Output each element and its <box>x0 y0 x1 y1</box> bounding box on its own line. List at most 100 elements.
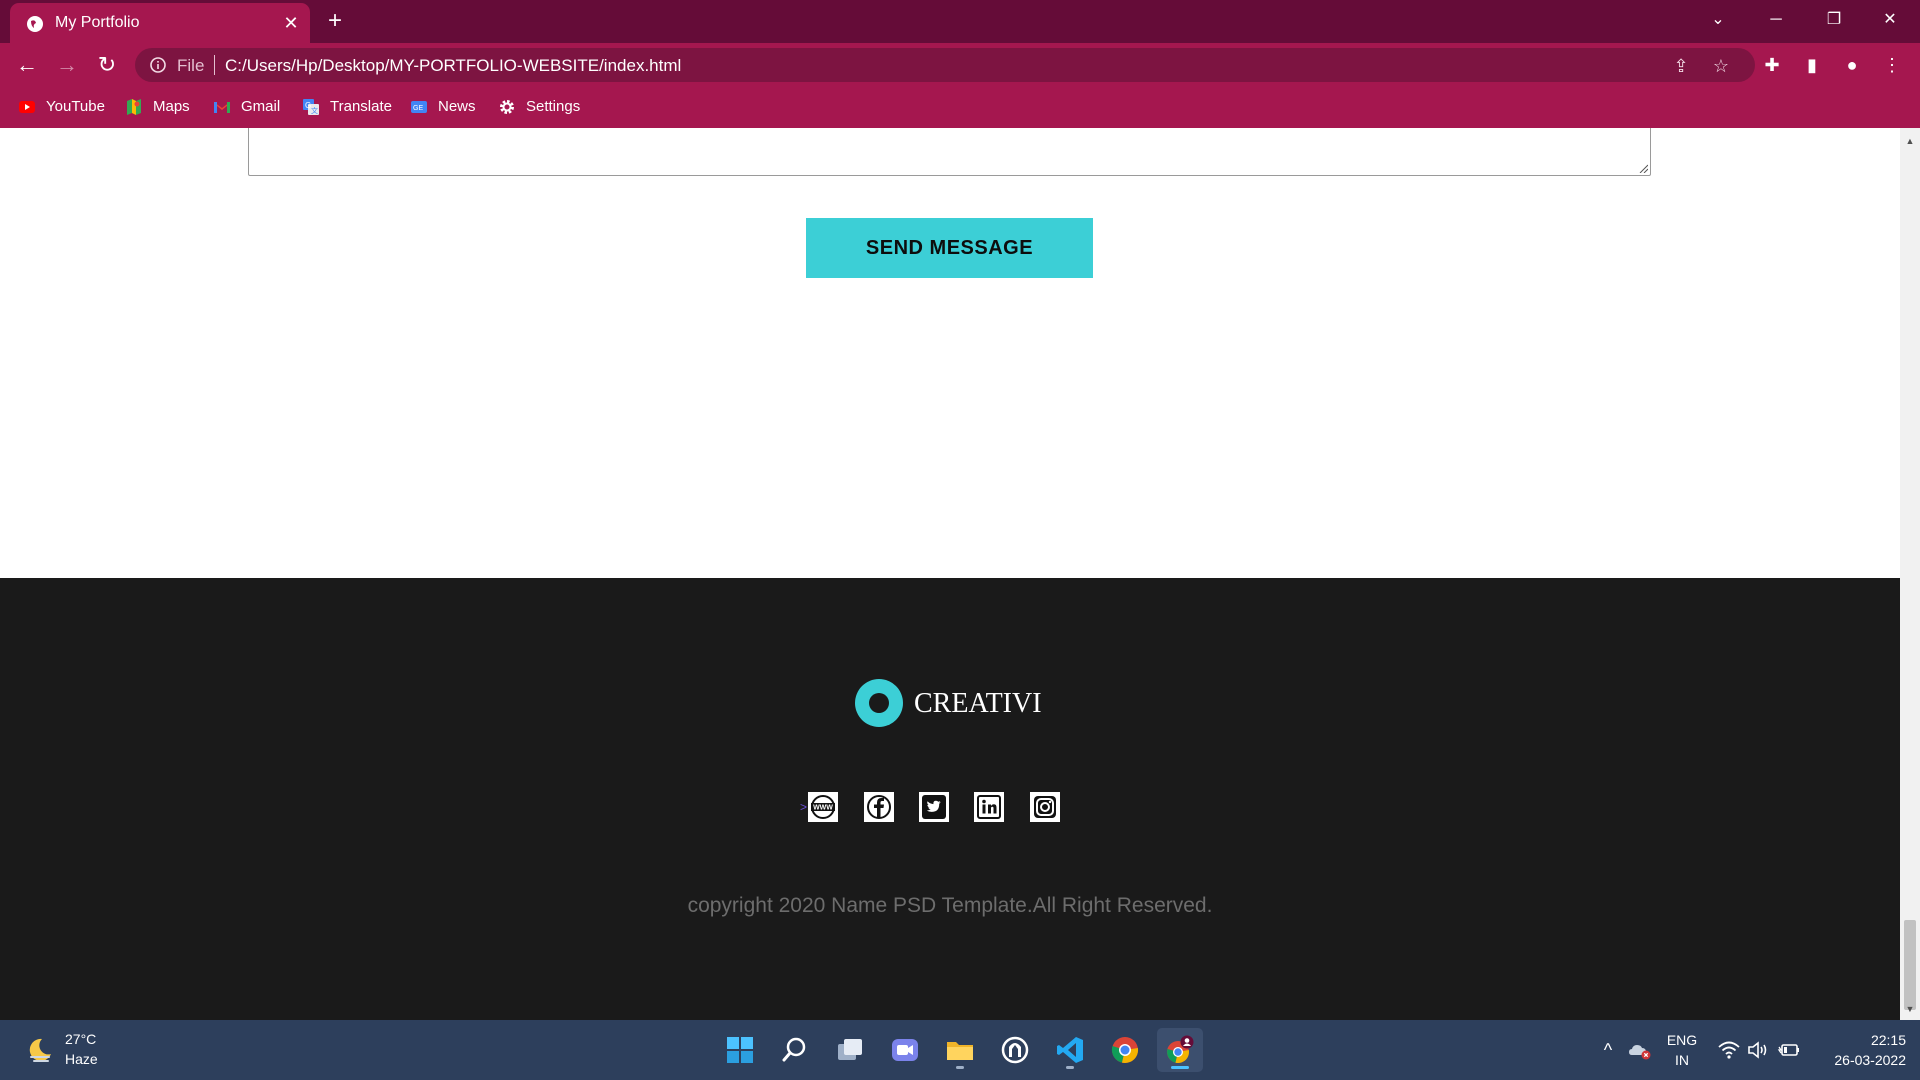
message-textarea[interactable] <box>248 128 1651 176</box>
bookmark-label: Maps <box>153 98 190 115</box>
share-icon[interactable]: ⇪ <box>1670 55 1692 77</box>
bookmarks-bar: YouTube Maps Gmail G文 Translate GE News … <box>0 87 1920 128</box>
page-scrollbar[interactable]: ▲ ▼ <box>1900 128 1920 1020</box>
browser-toolbar: ← → ↻ File C:/Users/Hp/Desktop/MY-PORTFO… <box>0 43 1920 87</box>
search-icon <box>782 1037 806 1062</box>
tab-strip: My Portfolio ✕ + ⌄ ─ ❐ ✕ <box>0 0 1920 43</box>
tab-my-portfolio[interactable]: My Portfolio ✕ <box>10 3 310 43</box>
taskbar-task-view[interactable] <box>827 1028 873 1072</box>
twitter-icon <box>922 795 946 819</box>
social-linkedin[interactable] <box>974 792 1004 822</box>
instagram-icon <box>1034 796 1056 818</box>
gmail-icon <box>214 102 230 113</box>
svg-text:文: 文 <box>311 106 318 115</box>
show-hidden-icons-icon[interactable]: ^ <box>1596 1038 1620 1062</box>
chrome-profile-icon <box>1167 1035 1194 1063</box>
clock-time: 22:15 <box>1870 1032 1906 1048</box>
region-code: IN <box>1675 1052 1689 1068</box>
bookmark-label: News <box>438 98 476 115</box>
bookmark-label: YouTube <box>46 98 105 115</box>
social-facebook[interactable] <box>864 792 894 822</box>
logo-text[interactable]: CREATIVI <box>914 688 1044 720</box>
start-icon <box>727 1037 753 1063</box>
url-text[interactable]: C:/Users/Hp/Desktop/MY-PORTFOLIO-WEBSITE… <box>225 56 681 76</box>
file-explorer-icon <box>947 1042 973 1060</box>
url-separator <box>214 55 215 75</box>
social-www[interactable]: WWW <box>808 792 838 822</box>
linkedin-icon <box>977 795 1001 819</box>
volume-icon[interactable] <box>1746 1038 1770 1062</box>
onedrive-icon[interactable] <box>1628 1038 1652 1062</box>
taskbar: 27°C Haze ^ ENG IN 22:15 26-03-2022 <box>0 1020 1920 1080</box>
chat-icon <box>892 1039 918 1061</box>
minimize-icon[interactable]: ─ <box>1748 0 1804 40</box>
bookmark-label: Gmail <box>241 98 281 115</box>
taskbar-vscode[interactable] <box>1047 1028 1093 1072</box>
tab-title: My Portfolio <box>55 14 140 31</box>
logo-ring-icon <box>855 679 903 727</box>
running-indicator <box>956 1066 964 1069</box>
bookmark-star-icon[interactable]: ☆ <box>1710 55 1732 77</box>
reload-icon[interactable]: ↻ <box>93 51 121 79</box>
gear-icon <box>500 100 514 114</box>
chrome-icon <box>1111 1037 1139 1063</box>
send-message-button[interactable]: SEND MESSAGE <box>806 218 1093 278</box>
address-bar[interactable]: File C:/Users/Hp/Desktop/MY-PORTFOLIO-WE… <box>135 48 1755 82</box>
input-language[interactable]: ENG IN <box>1662 1030 1702 1070</box>
bookmark-label: Translate <box>330 98 392 115</box>
page-viewport: SEND MESSAGE CREATIVI > WWW copyright 20… <box>0 128 1900 1020</box>
globe-icon <box>27 16 43 32</box>
taskbar-start[interactable] <box>717 1028 763 1072</box>
weather-condition[interactable]: Haze <box>65 1051 98 1067</box>
menu-icon[interactable]: ⋮ <box>1880 53 1904 77</box>
translate-icon: G文 <box>303 99 319 115</box>
scroll-down-icon[interactable]: ▼ <box>1905 1004 1915 1014</box>
tab-search-icon[interactable]: ⌄ <box>1690 0 1746 40</box>
extensions-icon[interactable]: ✚ <box>1760 53 1784 77</box>
social-link-text[interactable]: > <box>800 800 807 814</box>
www-icon: WWW <box>811 795 835 819</box>
scroll-up-icon[interactable]: ▲ <box>1905 136 1915 146</box>
taskbar-chat[interactable] <box>882 1028 928 1072</box>
forward-icon[interactable]: → <box>53 51 81 79</box>
wifi-icon[interactable] <box>1717 1038 1741 1062</box>
active-indicator <box>1171 1066 1189 1069</box>
youtube-icon <box>19 101 35 113</box>
news-icon: GE <box>411 101 427 113</box>
weather-temperature[interactable]: 27°C <box>65 1031 96 1047</box>
vscode-icon <box>1057 1037 1083 1063</box>
bookmark-label: Settings <box>526 98 581 115</box>
clock[interactable]: 22:15 26-03-2022 <box>1810 1030 1906 1070</box>
svg-text:WWW: WWW <box>813 805 833 812</box>
clock-date: 26-03-2022 <box>1834 1052 1906 1068</box>
url-scheme: File <box>177 56 205 75</box>
taskbar-app[interactable] <box>992 1028 1038 1072</box>
info-icon[interactable] <box>149 56 167 74</box>
taskbar-file-explorer[interactable] <box>937 1028 983 1072</box>
maps-icon <box>127 99 141 115</box>
close-icon[interactable]: ✕ <box>280 12 302 34</box>
social-instagram[interactable] <box>1030 792 1060 822</box>
back-icon[interactable]: ← <box>13 51 41 79</box>
taskbar-chrome[interactable] <box>1102 1028 1148 1072</box>
taskbar-chrome-profile[interactable] <box>1157 1028 1203 1072</box>
copyright-text: copyright 2020 Name PSD Template.All Rig… <box>687 894 1213 917</box>
facebook-icon <box>867 795 891 819</box>
task-view-icon <box>838 1039 862 1060</box>
profile-icon[interactable]: ● <box>1840 53 1864 77</box>
taskbar-search[interactable] <box>772 1028 818 1072</box>
social-twitter[interactable] <box>919 792 949 822</box>
language-code: ENG <box>1666 1032 1698 1048</box>
side-panel-icon[interactable]: ▮ <box>1800 53 1824 77</box>
screen: My Portfolio ✕ + ⌄ ─ ❐ ✕ ← → ↻ File C:/U… <box>0 0 1920 1080</box>
battery-icon[interactable] <box>1777 1038 1801 1062</box>
moon-haze-icon[interactable] <box>24 1034 56 1066</box>
running-indicator <box>1066 1066 1074 1069</box>
app-icon <box>1001 1036 1029 1064</box>
scrollbar-thumb[interactable] <box>1904 920 1916 1010</box>
new-tab-button[interactable]: + <box>322 9 348 35</box>
resize-grip-icon[interactable] <box>1638 163 1648 173</box>
footer: CREATIVI > WWW copyright 2020 Name PSD T… <box>0 578 1900 1020</box>
restore-icon[interactable]: ❐ <box>1806 0 1862 40</box>
window-close-icon[interactable]: ✕ <box>1862 0 1918 40</box>
